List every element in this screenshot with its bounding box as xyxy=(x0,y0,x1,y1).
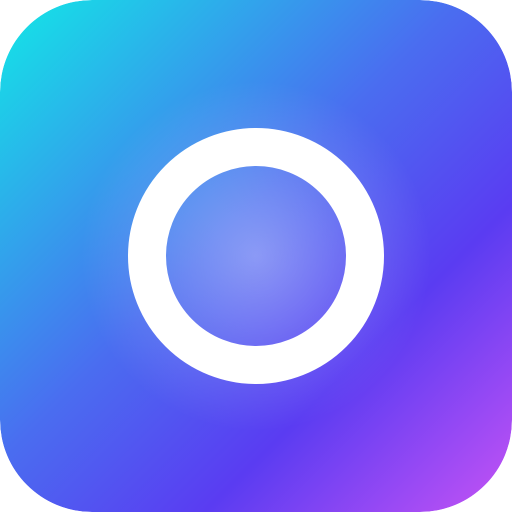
app-icon-graphic xyxy=(0,0,512,512)
app-icon-canvas xyxy=(0,0,512,512)
app-icon[interactable] xyxy=(0,0,512,512)
